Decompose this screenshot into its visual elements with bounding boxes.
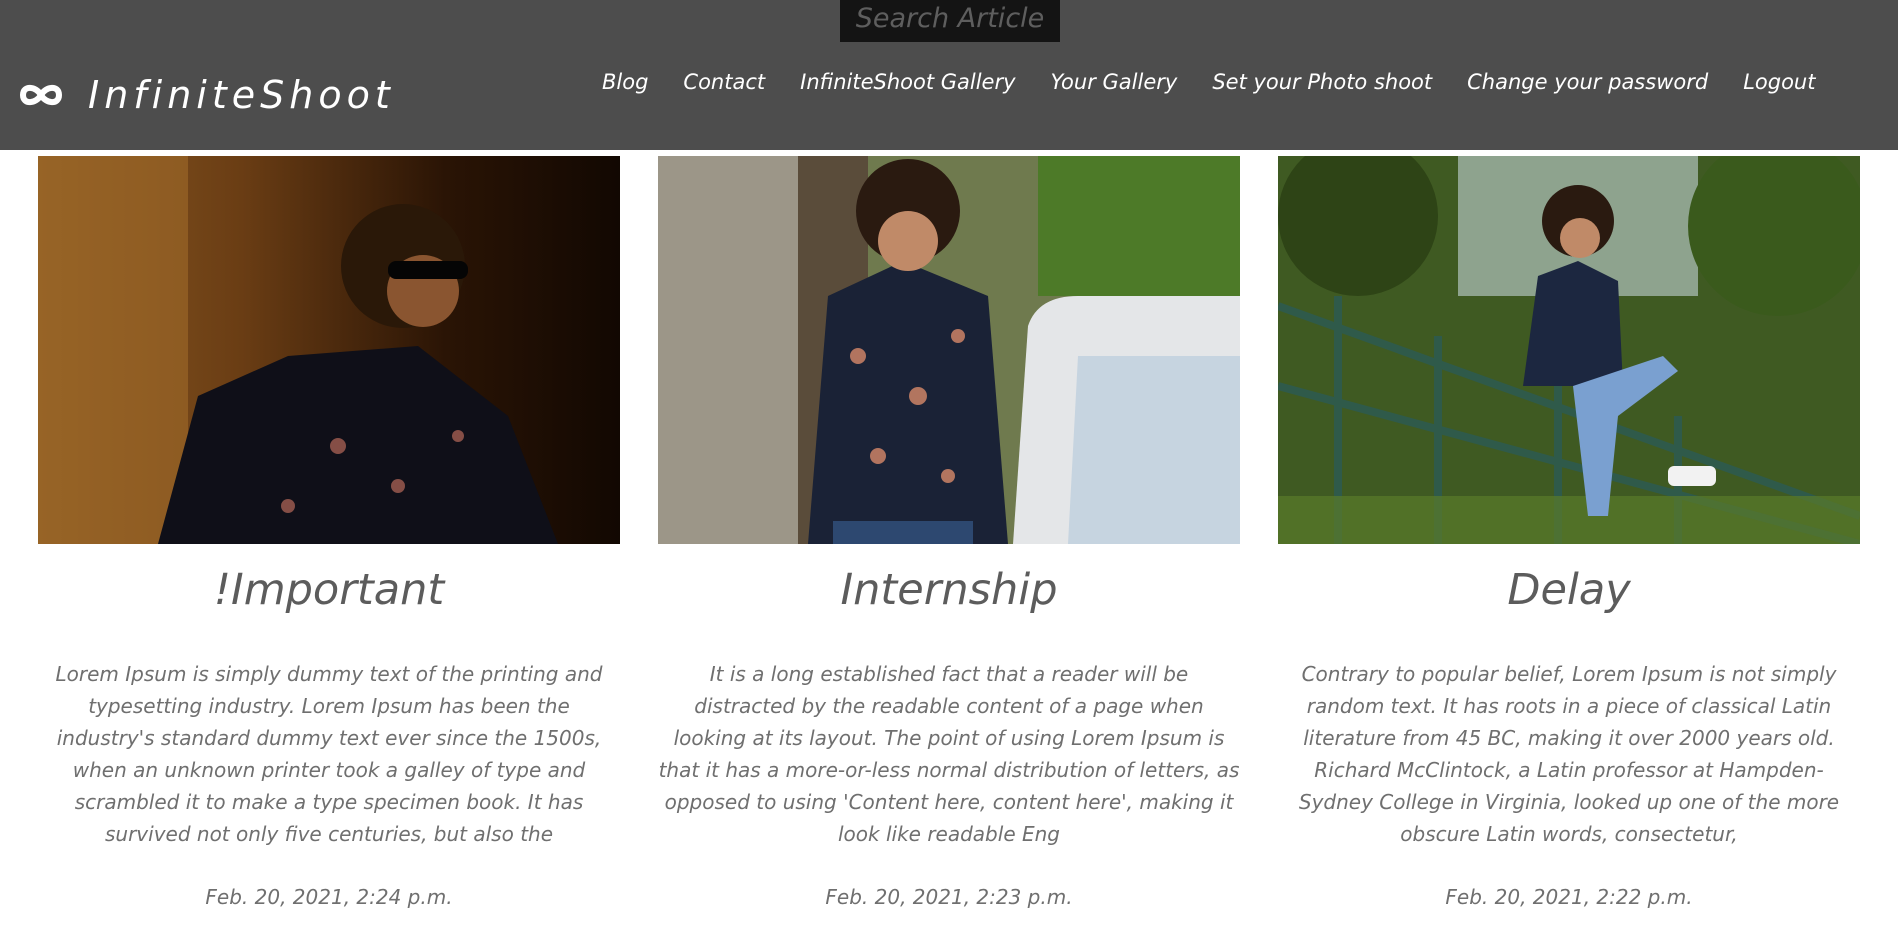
- nav-set-photo-shoot[interactable]: Set your Photo shoot: [1212, 70, 1432, 94]
- nav-contact[interactable]: Contact: [683, 70, 765, 94]
- article-card: !Important Lorem Ipsum is simply dummy t…: [38, 156, 620, 909]
- article-excerpt: It is a long established fact that a rea…: [658, 662, 1240, 846]
- article-photo[interactable]: [1278, 156, 1860, 544]
- article-title[interactable]: !Important: [38, 562, 620, 618]
- brand-logo-link[interactable]: InfiniteShoot: [18, 70, 395, 120]
- main-nav: Blog Contact InfiniteShoot Gallery Your …: [602, 70, 1815, 94]
- article-title[interactable]: Delay: [1278, 562, 1860, 618]
- article-title[interactable]: Internship: [658, 562, 1240, 618]
- nav-blog[interactable]: Blog: [602, 70, 648, 94]
- nav-logout[interactable]: Logout: [1743, 70, 1815, 94]
- article-photo[interactable]: [658, 156, 1240, 544]
- article-excerpt: Lorem Ipsum is simply dummy text of the …: [55, 662, 603, 846]
- article-card: Internship It is a long established fact…: [658, 156, 1240, 909]
- article-card: Delay Contrary to popular belief, Lorem …: [1278, 156, 1860, 909]
- nav-infiniteshoot-gallery[interactable]: InfiniteShoot Gallery: [800, 70, 1015, 94]
- nav-change-password[interactable]: Change your password: [1467, 70, 1708, 94]
- brand-name: InfiniteShoot: [88, 73, 395, 117]
- article-date: Feb. 20, 2021, 2:24 p.m.: [205, 885, 453, 909]
- article-excerpt: Contrary to popular belief, Lorem Ipsum …: [1298, 662, 1840, 846]
- article-photo[interactable]: [38, 156, 620, 544]
- article-date: Feb. 20, 2021, 2:22 p.m.: [1445, 885, 1693, 909]
- top-navbar: InfiniteShoot Blog Contact InfiniteShoot…: [0, 0, 1898, 150]
- article-date: Feb. 20, 2021, 2:23 p.m.: [825, 885, 1073, 909]
- search-input[interactable]: [840, 0, 1060, 42]
- nav-your-gallery[interactable]: Your Gallery: [1051, 70, 1178, 94]
- infinity-icon: [19, 84, 63, 106]
